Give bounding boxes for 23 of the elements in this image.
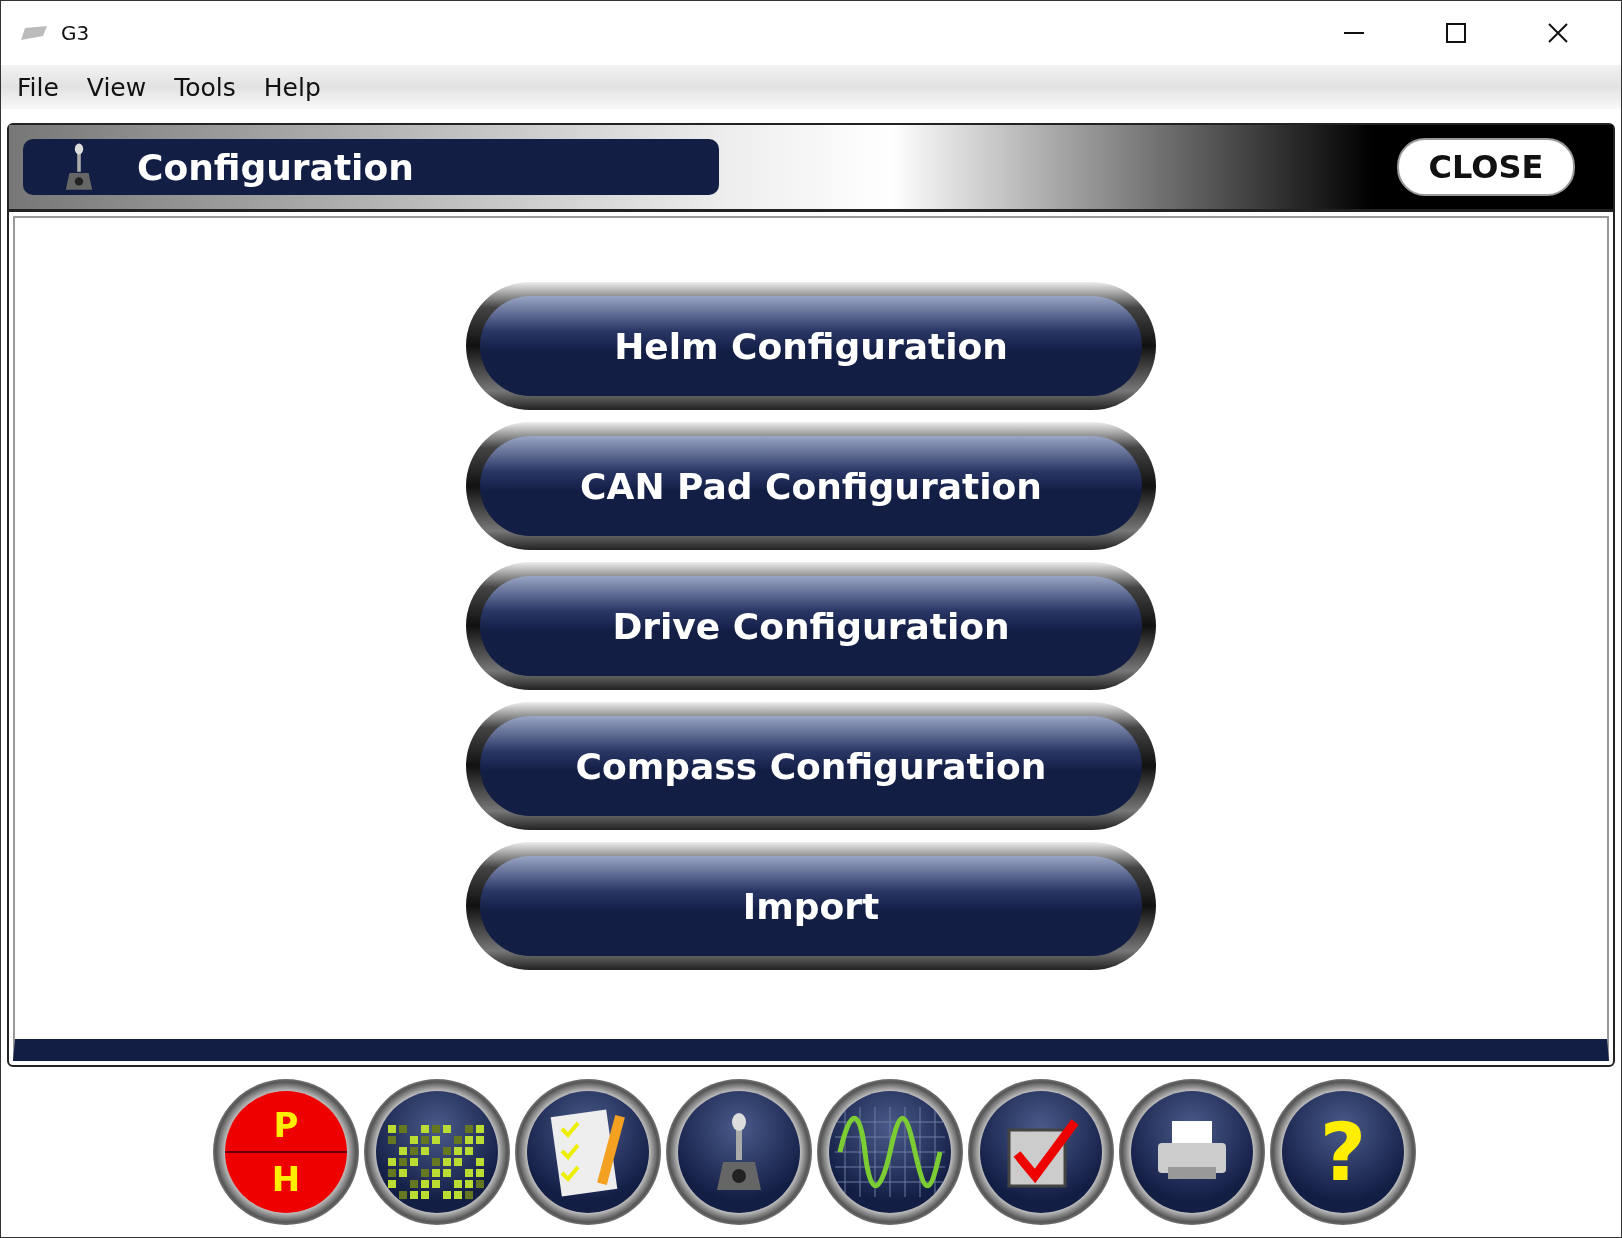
close-page-button[interactable]: CLOSE [1397,138,1575,196]
menu-item[interactable]: Tools [166,72,246,102]
menu-item[interactable]: Help [255,72,331,102]
menu-item[interactable]: File [9,72,69,102]
toolbar-button[interactable]: P H [213,1079,359,1225]
toolbar-button[interactable]: ? [1270,1079,1416,1225]
minimize-icon [1344,32,1364,34]
menu-button[interactable]: CAN Pad Configuration [466,422,1156,550]
window-title: G3 [61,21,90,45]
menu-button[interactable]: Helm Configuration [466,282,1156,410]
menu-button[interactable]: Drive Configuration [466,562,1156,690]
maximize-icon [1446,23,1466,43]
wave-icon [835,1107,945,1197]
menu-item[interactable]: View [78,72,157,102]
menu-button[interactable]: Import [466,842,1156,970]
menu-button[interactable]: Compass Configuration [466,702,1156,830]
hold-label: H [271,1158,301,1201]
help-symbol: ? [1319,1105,1367,1199]
page-title: Configuration [137,146,414,188]
app-logo-icon [19,24,49,42]
checklist-icon [548,1107,628,1197]
park-label: P [273,1104,299,1147]
close-icon [1548,23,1568,43]
